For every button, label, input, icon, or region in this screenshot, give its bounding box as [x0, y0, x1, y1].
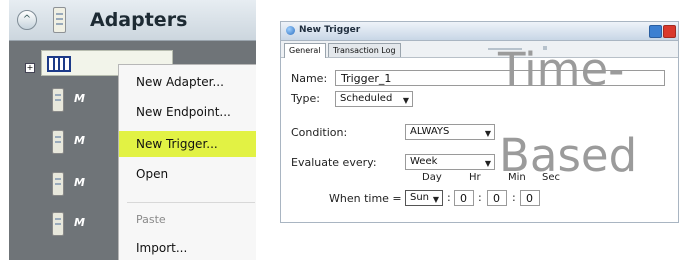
tab-transaction-log[interactable]: Transaction Log: [328, 43, 401, 57]
day-value: Sun: [410, 192, 430, 203]
type-label: Type:: [291, 92, 320, 105]
evaluate-select[interactable]: Week ▼: [405, 154, 495, 170]
tab-general[interactable]: General: [284, 43, 326, 58]
context-menu: New Adapter... New Endpoint... New Trigg…: [118, 64, 256, 260]
condition-select[interactable]: ALWAYS ▼: [405, 124, 495, 140]
table-icon: [47, 56, 71, 72]
menu-item-paste[interactable]: Paste: [119, 207, 256, 233]
adapter-icon: [53, 7, 66, 33]
trigger-icon: [286, 26, 295, 35]
overlay-text-based: Based: [499, 129, 638, 182]
dialog-titlebar[interactable]: New Trigger: [281, 22, 678, 41]
day-column-label: Day: [422, 172, 442, 183]
adapter-item-icon: [52, 212, 64, 236]
dropdown-arrow-icon: ▼: [402, 96, 409, 105]
second-input[interactable]: 0: [520, 190, 540, 206]
collapse-icon[interactable]: ^: [17, 10, 37, 30]
menu-item-import[interactable]: Import...: [119, 235, 256, 260]
tree-expand-icon[interactable]: +: [25, 63, 35, 73]
adapter-item-icon: [52, 88, 64, 112]
dropdown-arrow-icon: ▼: [432, 195, 439, 204]
condition-label: Condition:: [291, 126, 348, 139]
menu-item-new-endpoint[interactable]: New Endpoint...: [119, 99, 256, 125]
maximize-icon[interactable]: [649, 25, 662, 38]
panel-title: Adapters: [90, 9, 188, 31]
tree-item-label: M: [74, 92, 85, 105]
tree-item-label: M: [74, 216, 85, 229]
tree-item[interactable]: M: [52, 172, 85, 200]
adapter-item-icon: [52, 172, 64, 196]
minute-input[interactable]: 0: [487, 190, 507, 206]
when-time-label: When time =: [329, 192, 402, 205]
adapters-header: ^ Adapters: [9, 0, 256, 41]
hour-input[interactable]: 0: [454, 190, 474, 206]
close-icon[interactable]: [663, 25, 676, 38]
menu-separator: [127, 202, 255, 203]
name-label: Name:: [291, 72, 328, 85]
menu-item-new-adapter[interactable]: New Adapter...: [119, 69, 256, 95]
adapter-item-icon: [52, 130, 64, 154]
adapters-panel: ^ Adapters + M M M M New Adapter... New …: [9, 0, 256, 260]
tree-item-label: M: [74, 134, 85, 147]
time-separator: :: [478, 191, 482, 204]
time-separator: :: [447, 191, 451, 204]
day-select[interactable]: Sun ▼: [405, 190, 443, 206]
overlay-text-time: Time-: [498, 43, 625, 96]
new-trigger-dialog: New Trigger General Transaction Log Name…: [280, 21, 679, 223]
menu-item-new-trigger[interactable]: New Trigger...: [119, 131, 256, 157]
dropdown-arrow-icon: ▼: [484, 159, 491, 168]
hour-column-label: Hr: [469, 172, 481, 183]
evaluate-label: Evaluate every:: [291, 156, 377, 169]
tree-item[interactable]: M: [52, 130, 85, 158]
type-select[interactable]: Scheduled ▼: [335, 91, 413, 107]
dialog-title: New Trigger: [299, 25, 361, 35]
dropdown-arrow-icon: ▼: [484, 129, 491, 138]
tree-item[interactable]: M: [52, 88, 85, 116]
condition-value: ALWAYS: [410, 126, 450, 137]
time-separator: :: [512, 191, 516, 204]
evaluate-value: Week: [410, 156, 438, 167]
tree-item-label: M: [74, 176, 85, 189]
menu-item-open[interactable]: Open: [119, 161, 256, 187]
type-value: Scheduled: [340, 93, 393, 104]
tree-item[interactable]: M: [52, 212, 85, 240]
